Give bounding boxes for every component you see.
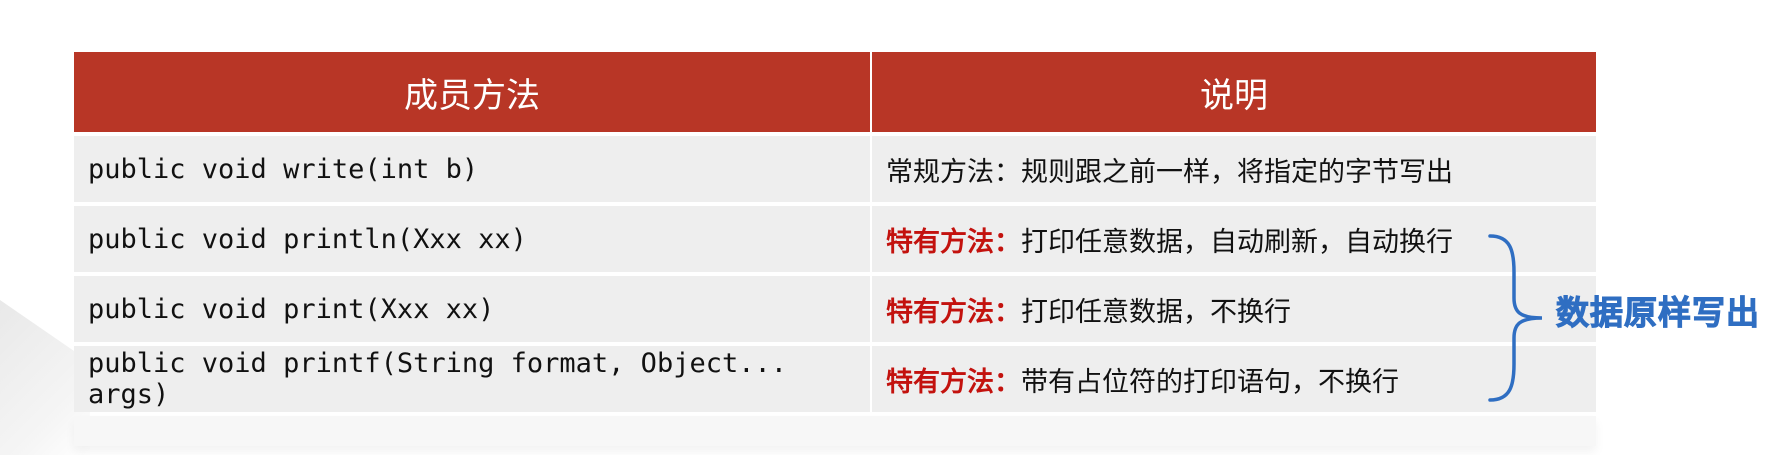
method-description: 常规方法：规则跟之前一样，将指定的字节写出 (872, 136, 1596, 202)
method-signature: public void write(int b) (74, 136, 872, 202)
method-signature: public void print(Xxx xx) (74, 276, 872, 342)
methods-table: 成员方法 说明 public void write(int b) 常规方法：规则… (74, 52, 1596, 446)
method-signature: public void println(Xxx xx) (74, 206, 872, 272)
table-row: public void printf(String format, Object… (74, 346, 1596, 412)
special-method-label: 特有方法： (886, 296, 1021, 328)
table-row: public void print(Xxx xx) 特有方法： 打印任意数据，不… (74, 276, 1596, 342)
description-text: 打印任意数据，不换行 (1021, 296, 1291, 328)
table-empty-row (74, 416, 1596, 446)
table-header: 成员方法 说明 (74, 52, 1596, 132)
special-method-label: 特有方法： (886, 226, 1021, 258)
header-description: 说明 (872, 52, 1596, 132)
table-row: public void write(int b) 常规方法：规则跟之前一样，将指… (74, 136, 1596, 202)
special-method-label: 特有方法： (886, 366, 1021, 398)
curly-brace-icon (1488, 234, 1543, 402)
table-row: public void println(Xxx xx) 特有方法： 打印任意数据… (74, 206, 1596, 272)
method-signature: public void printf(String format, Object… (74, 346, 872, 412)
description-text: 带有占位符的打印语句，不换行 (1021, 366, 1399, 398)
header-member-method: 成员方法 (74, 52, 872, 132)
description-text: 打印任意数据，自动刷新，自动换行 (1021, 226, 1453, 258)
description-text: 常规方法：规则跟之前一样，将指定的字节写出 (886, 156, 1453, 188)
annotation-label: 数据原样写出 (1556, 293, 1760, 333)
